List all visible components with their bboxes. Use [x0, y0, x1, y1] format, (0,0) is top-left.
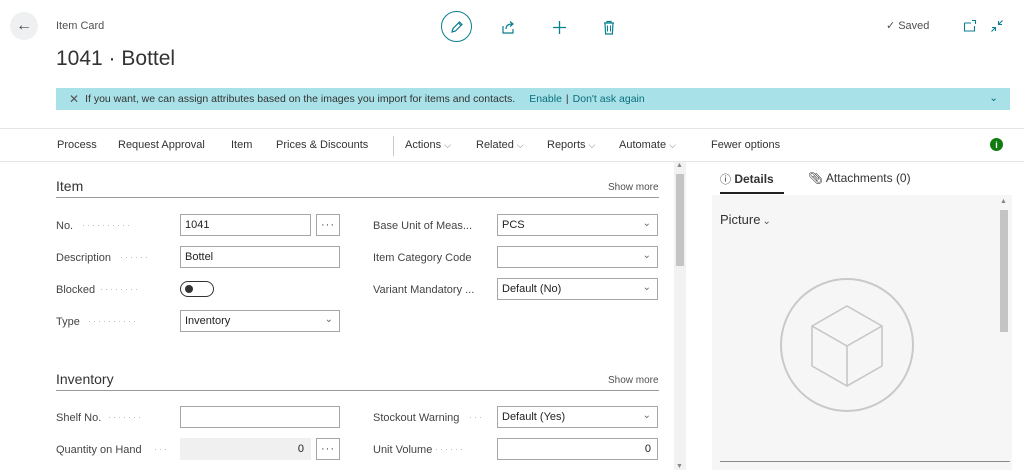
chevron-down-icon: ⌵ — [588, 140, 596, 150]
item-section-title[interactable]: Item — [56, 178, 83, 194]
unit-volume-label: Unit Volume ······ — [373, 444, 465, 456]
plus-icon — [552, 20, 566, 34]
blocked-label: Blocked ········ — [56, 284, 140, 296]
saved-status: ✓ Saved — [886, 20, 930, 32]
action-actions[interactable]: Actions ⌵ — [405, 139, 451, 151]
no-field[interactable]: 1041 — [180, 214, 311, 236]
action-separator — [393, 136, 394, 156]
tab-details[interactable]: ⓘ Details — [720, 171, 774, 187]
inventory-show-more[interactable]: Show more — [608, 375, 659, 386]
action-bar: Process Request Approval Item Prices & D… — [0, 128, 1024, 162]
item-category-select[interactable]: ⌄ — [497, 246, 658, 268]
close-icon[interactable]: ✕ — [69, 92, 79, 106]
scroll-down-icon[interactable]: ▼ — [676, 463, 683, 470]
item-show-more[interactable]: Show more — [608, 182, 659, 193]
no-label: No. ·········· — [56, 220, 132, 232]
page-title: 1041 · Bottel — [56, 47, 176, 70]
chevron-down-icon: ⌄ — [642, 410, 651, 421]
chevron-down-icon: ⌄ — [324, 314, 333, 325]
trash-icon — [604, 20, 614, 35]
no-assist-button[interactable]: ··· — [316, 214, 340, 236]
action-reports[interactable]: Reports ⌵ — [547, 139, 595, 151]
edit-button[interactable] — [441, 11, 472, 42]
scroll-up-icon[interactable]: ▲ — [1000, 198, 1007, 205]
paperclip-icon: 📎︎ — [808, 171, 824, 185]
notification-banner: ✕ If you want, we can assign attributes … — [56, 88, 1010, 110]
description-field[interactable]: Bottel — [180, 246, 340, 268]
picture-title[interactable]: Picture ⌄ — [720, 212, 771, 227]
open-new-window-button[interactable] — [962, 18, 978, 34]
info-circle-icon: ⓘ — [720, 174, 731, 186]
chevron-down-icon: ⌵ — [444, 140, 451, 150]
back-button[interactable]: ← — [10, 12, 38, 40]
qty-on-hand-label: Quantity on Hand ··· — [56, 444, 169, 456]
scroll-thumb[interactable] — [676, 174, 684, 266]
action-process[interactable]: Process — [57, 139, 97, 151]
chevron-down-icon: ⌵ — [669, 140, 676, 150]
stockout-warning-label: Stockout Warning ··· — [373, 412, 484, 424]
description-label: Description ······ — [56, 252, 150, 264]
variant-mandatory-select[interactable]: Default (No) ⌄ — [497, 278, 658, 300]
breadcrumb: Item Card — [56, 20, 105, 32]
share-icon — [501, 20, 514, 34]
action-prices-discounts[interactable]: Prices & Discounts — [276, 139, 368, 151]
action-item[interactable]: Item — [231, 139, 252, 151]
tab-attachments[interactable]: 📎︎ Attachments (0) — [808, 171, 911, 185]
factbox-divider — [720, 461, 1010, 462]
dont-ask-again-link[interactable]: Don't ask again — [573, 93, 645, 105]
cube-icon — [811, 305, 883, 387]
qty-on-hand-field: 0 — [180, 438, 311, 460]
main-scrollbar[interactable]: ▲ ▼ — [674, 162, 686, 470]
item-category-label: Item Category Code — [373, 252, 472, 264]
picture-placeholder[interactable] — [780, 278, 914, 412]
collapse-button[interactable] — [989, 18, 1005, 34]
chevron-down-icon: ⌵ — [516, 140, 524, 150]
blocked-toggle[interactable] — [180, 281, 214, 297]
pencil-icon — [450, 20, 463, 33]
type-label: Type ·········· — [56, 316, 138, 328]
base-unit-label: Base Unit of Meas... — [373, 220, 473, 232]
tab-details-indicator — [720, 192, 784, 194]
base-unit-select[interactable]: PCS ⌄ — [497, 214, 658, 236]
type-select[interactable]: Inventory ⌄ — [180, 310, 340, 332]
inventory-section-title[interactable]: Inventory — [56, 371, 114, 387]
back-arrow-icon: ← — [16, 17, 32, 34]
chevron-down-icon: ⌄ — [642, 282, 651, 293]
enable-link[interactable]: Enable — [529, 93, 562, 105]
shelf-no-field[interactable] — [180, 406, 340, 428]
open-new-window-icon — [963, 19, 977, 32]
check-icon: ✓ — [886, 20, 896, 32]
chevron-down-icon: ⌄ — [642, 218, 651, 229]
action-fewer-options[interactable]: Fewer options — [711, 139, 780, 151]
inventory-section-divider — [56, 390, 659, 391]
action-request-approval[interactable]: Request Approval — [118, 139, 205, 151]
scroll-up-icon[interactable]: ▲ — [676, 162, 683, 169]
toggle-knob — [185, 285, 193, 293]
unit-volume-field[interactable]: 0 — [497, 438, 658, 460]
variant-mandatory-label: Variant Mandatory ... — [373, 284, 475, 296]
item-section-divider — [56, 197, 659, 198]
stockout-warning-select[interactable]: Default (Yes) ⌄ — [497, 406, 658, 428]
chevron-down-icon: ⌄ — [642, 250, 651, 261]
new-button[interactable] — [549, 17, 569, 37]
info-icon[interactable]: i — [990, 138, 1003, 151]
action-related[interactable]: Related ⌵ — [476, 139, 524, 151]
scroll-thumb[interactable] — [1000, 210, 1008, 332]
chevron-down-icon[interactable]: ⌄ — [989, 92, 998, 104]
delete-button[interactable] — [599, 17, 619, 37]
factbox-scrollbar[interactable]: ▲ — [998, 196, 1010, 470]
chevron-down-icon: ⌄ — [762, 216, 771, 227]
share-button[interactable] — [498, 17, 518, 37]
banner-separator: | — [565, 93, 569, 105]
banner-message: If you want, we can assign attributes ba… — [85, 93, 516, 105]
qty-on-hand-assist-button[interactable]: ··· — [316, 438, 340, 460]
action-automate[interactable]: Automate ⌵ — [619, 139, 676, 151]
shelf-no-label: Shelf No. ······· — [56, 412, 143, 424]
collapse-icon — [991, 20, 1003, 32]
